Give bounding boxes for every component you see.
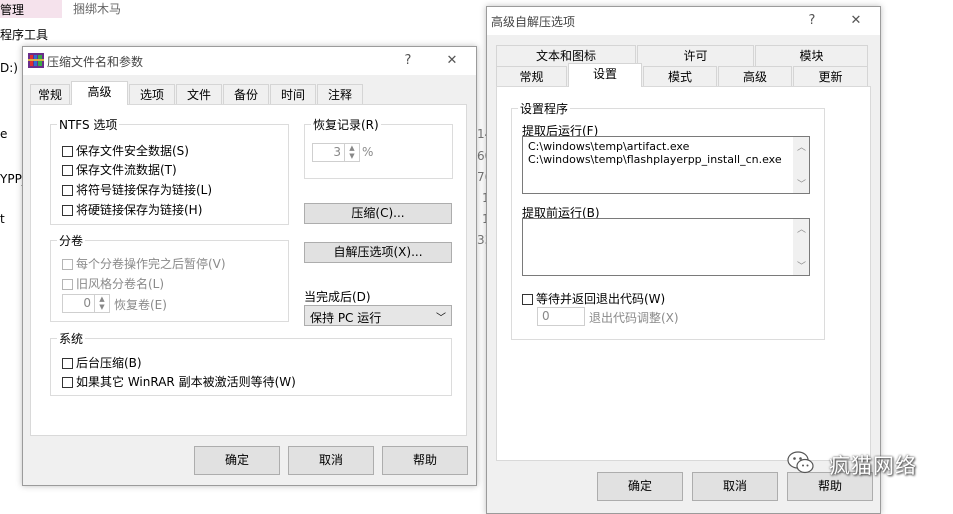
checkbox-label: 每个分卷操作完之后暂停(V): [76, 257, 226, 271]
recovery-record-stepper[interactable]: 3 ▲ ▼: [312, 143, 360, 162]
winrar-logo-icon: [28, 53, 44, 68]
cancel-button[interactable]: 取消: [692, 472, 778, 501]
checkbox-label: 保存文件安全数据(S): [76, 144, 189, 158]
checkbox-label: 将符号链接保存为链接(L): [76, 183, 213, 197]
background-compression-checkbox[interactable]: 后台压缩(B): [62, 354, 142, 371]
stepper-value: 0: [83, 296, 91, 310]
wait-return-exit-code-checkbox[interactable]: 等待并返回退出代码(W): [522, 290, 665, 307]
spin-arrows-icon[interactable]: ▲ ▼: [344, 144, 359, 161]
recovery-record-label: 恢复记录(R): [311, 116, 381, 133]
archive-params-dialog: 压缩文件名和参数 ? ✕ 常规 高级 选项 文件 备份 时间 注释 NTFS 选…: [22, 46, 477, 486]
command-line: C:\windows\temp\artifact.exe: [528, 140, 690, 153]
checkbox-label: 旧风格分卷名(L): [76, 277, 165, 291]
file-name-fragment: t: [0, 212, 5, 226]
run-before-extraction-field[interactable]: ︿ ﹀: [522, 218, 810, 276]
tab-modules[interactable]: 模块: [755, 45, 868, 66]
dropdown-selected-value: 保持 PC 运行: [310, 311, 382, 325]
input-value: 0: [542, 309, 550, 323]
sfx-options-button[interactable]: 自解压选项(X)...: [304, 242, 452, 263]
run-after-extraction-field[interactable]: C:\windows\temp\artifact.exe C:\windows\…: [522, 136, 810, 194]
old-style-volume-names-checkbox[interactable]: 旧风格分卷名(L): [62, 275, 164, 292]
stepper-value: 3: [333, 145, 341, 159]
save-streams-checkbox[interactable]: 保存文件流数据(T): [62, 161, 177, 178]
close-icon[interactable]: ✕: [846, 12, 866, 30]
checkbox-label: 等待并返回退出代码(W): [536, 292, 666, 306]
checkbox-label: 保存文件流数据(T): [76, 163, 177, 177]
save-security-checkbox[interactable]: 保存文件安全数据(S): [62, 142, 189, 159]
pause-after-volume-checkbox[interactable]: 每个分卷操作完之后暂停(V): [62, 255, 226, 272]
compress-button[interactable]: 压缩(C)...: [304, 203, 452, 224]
sfx-options-dialog: 高级自解压选项 ? ✕ 文本和图标 许可 模块 常规 设置 模式 高级 更新 设…: [486, 6, 881, 514]
help-title-button[interactable]: ?: [398, 52, 418, 70]
dialog-titlebar[interactable]: 高级自解压选项 ? ✕: [487, 7, 880, 35]
file-name-fragment: e: [0, 127, 8, 141]
volumes-group-label: 分卷: [57, 232, 86, 249]
ribbon-item-manage[interactable]: 管理: [0, 1, 24, 18]
address-drive-label: D:): [0, 61, 18, 75]
tab-time[interactable]: 时间: [270, 84, 316, 105]
vertical-scrollbar[interactable]: ︿ ﹀: [793, 219, 809, 275]
ok-button[interactable]: 确定: [597, 472, 683, 501]
tab-setup[interactable]: 设置: [568, 63, 642, 87]
chevron-down-icon: ﹀: [436, 313, 446, 324]
cancel-button[interactable]: 取消: [288, 446, 374, 475]
checkbox-label: 后台压缩(B): [76, 356, 142, 370]
ok-button[interactable]: 确定: [194, 446, 280, 475]
exit-code-adjust-label: 退出代码调整(X): [589, 311, 679, 325]
dialog-title: 压缩文件名和参数: [47, 55, 144, 69]
tab-update[interactable]: 更新: [793, 66, 868, 87]
on-complete-label: 当完成后(D): [304, 290, 371, 304]
close-icon[interactable]: ✕: [442, 52, 462, 70]
ntfs-group-label: NTFS 选项: [57, 116, 120, 133]
on-complete-dropdown[interactable]: 保持 PC 运行 ﹀: [304, 305, 452, 326]
wait-other-copies-checkbox[interactable]: 如果其它 WinRAR 副本被激活则等待(W): [62, 373, 296, 390]
recovery-volumes-stepper[interactable]: 0 ▲ ▼: [62, 294, 110, 313]
tab-panel-advanced: NTFS 选项 保存文件安全数据(S) 保存文件流数据(T) 将符号链接保存为链…: [30, 104, 467, 436]
tab-modes[interactable]: 模式: [643, 66, 717, 87]
tab-files[interactable]: 文件: [176, 84, 222, 105]
tab-panel-setup: 设置程序 提取后运行(F) C:\windows\temp\artifact.e…: [496, 86, 871, 461]
help-title-button[interactable]: ?: [802, 12, 822, 30]
ribbon-item-app-tools[interactable]: 程序工具: [0, 26, 48, 43]
spin-arrows-icon[interactable]: ▲ ▼: [94, 295, 109, 312]
tab-advanced[interactable]: 高级: [718, 66, 792, 87]
dialog-titlebar[interactable]: 压缩文件名和参数 ? ✕: [23, 47, 476, 75]
tab-options[interactable]: 选项: [129, 84, 175, 105]
tab-backup[interactable]: 备份: [223, 84, 269, 105]
command-line: C:\windows\temp\flashplayerpp_install_cn…: [528, 153, 782, 166]
watermark-text: 疯猫网络: [829, 454, 917, 478]
vertical-scrollbar[interactable]: ︿ ﹀: [793, 137, 809, 193]
tab-general[interactable]: 常规: [30, 84, 70, 105]
wechat-logo-icon: [786, 448, 816, 478]
recovery-volumes-label: 恢复卷(E): [114, 298, 167, 312]
window-header-text: 捆绑木马: [73, 2, 122, 16]
tab-general[interactable]: 常规: [496, 66, 567, 87]
hardlinks-as-links-checkbox[interactable]: 将硬链接保存为链接(H): [62, 201, 202, 218]
exit-code-adjust-input[interactable]: 0: [537, 307, 585, 326]
checkbox-label: 如果其它 WinRAR 副本被激活则等待(W): [76, 375, 296, 389]
tab-comment[interactable]: 注释: [317, 84, 363, 105]
setup-group-label: 设置程序: [518, 100, 571, 117]
checkbox-label: 将硬链接保存为链接(H): [76, 203, 203, 217]
symlinks-as-links-checkbox[interactable]: 将符号链接保存为链接(L): [62, 181, 212, 198]
help-button[interactable]: 帮助: [382, 446, 468, 475]
tab-advanced[interactable]: 高级: [71, 81, 128, 105]
recovery-unit: %: [362, 145, 374, 159]
dialog-title: 高级自解压选项: [491, 15, 576, 29]
system-group-label: 系统: [57, 330, 86, 347]
tab-license[interactable]: 许可: [637, 45, 754, 66]
